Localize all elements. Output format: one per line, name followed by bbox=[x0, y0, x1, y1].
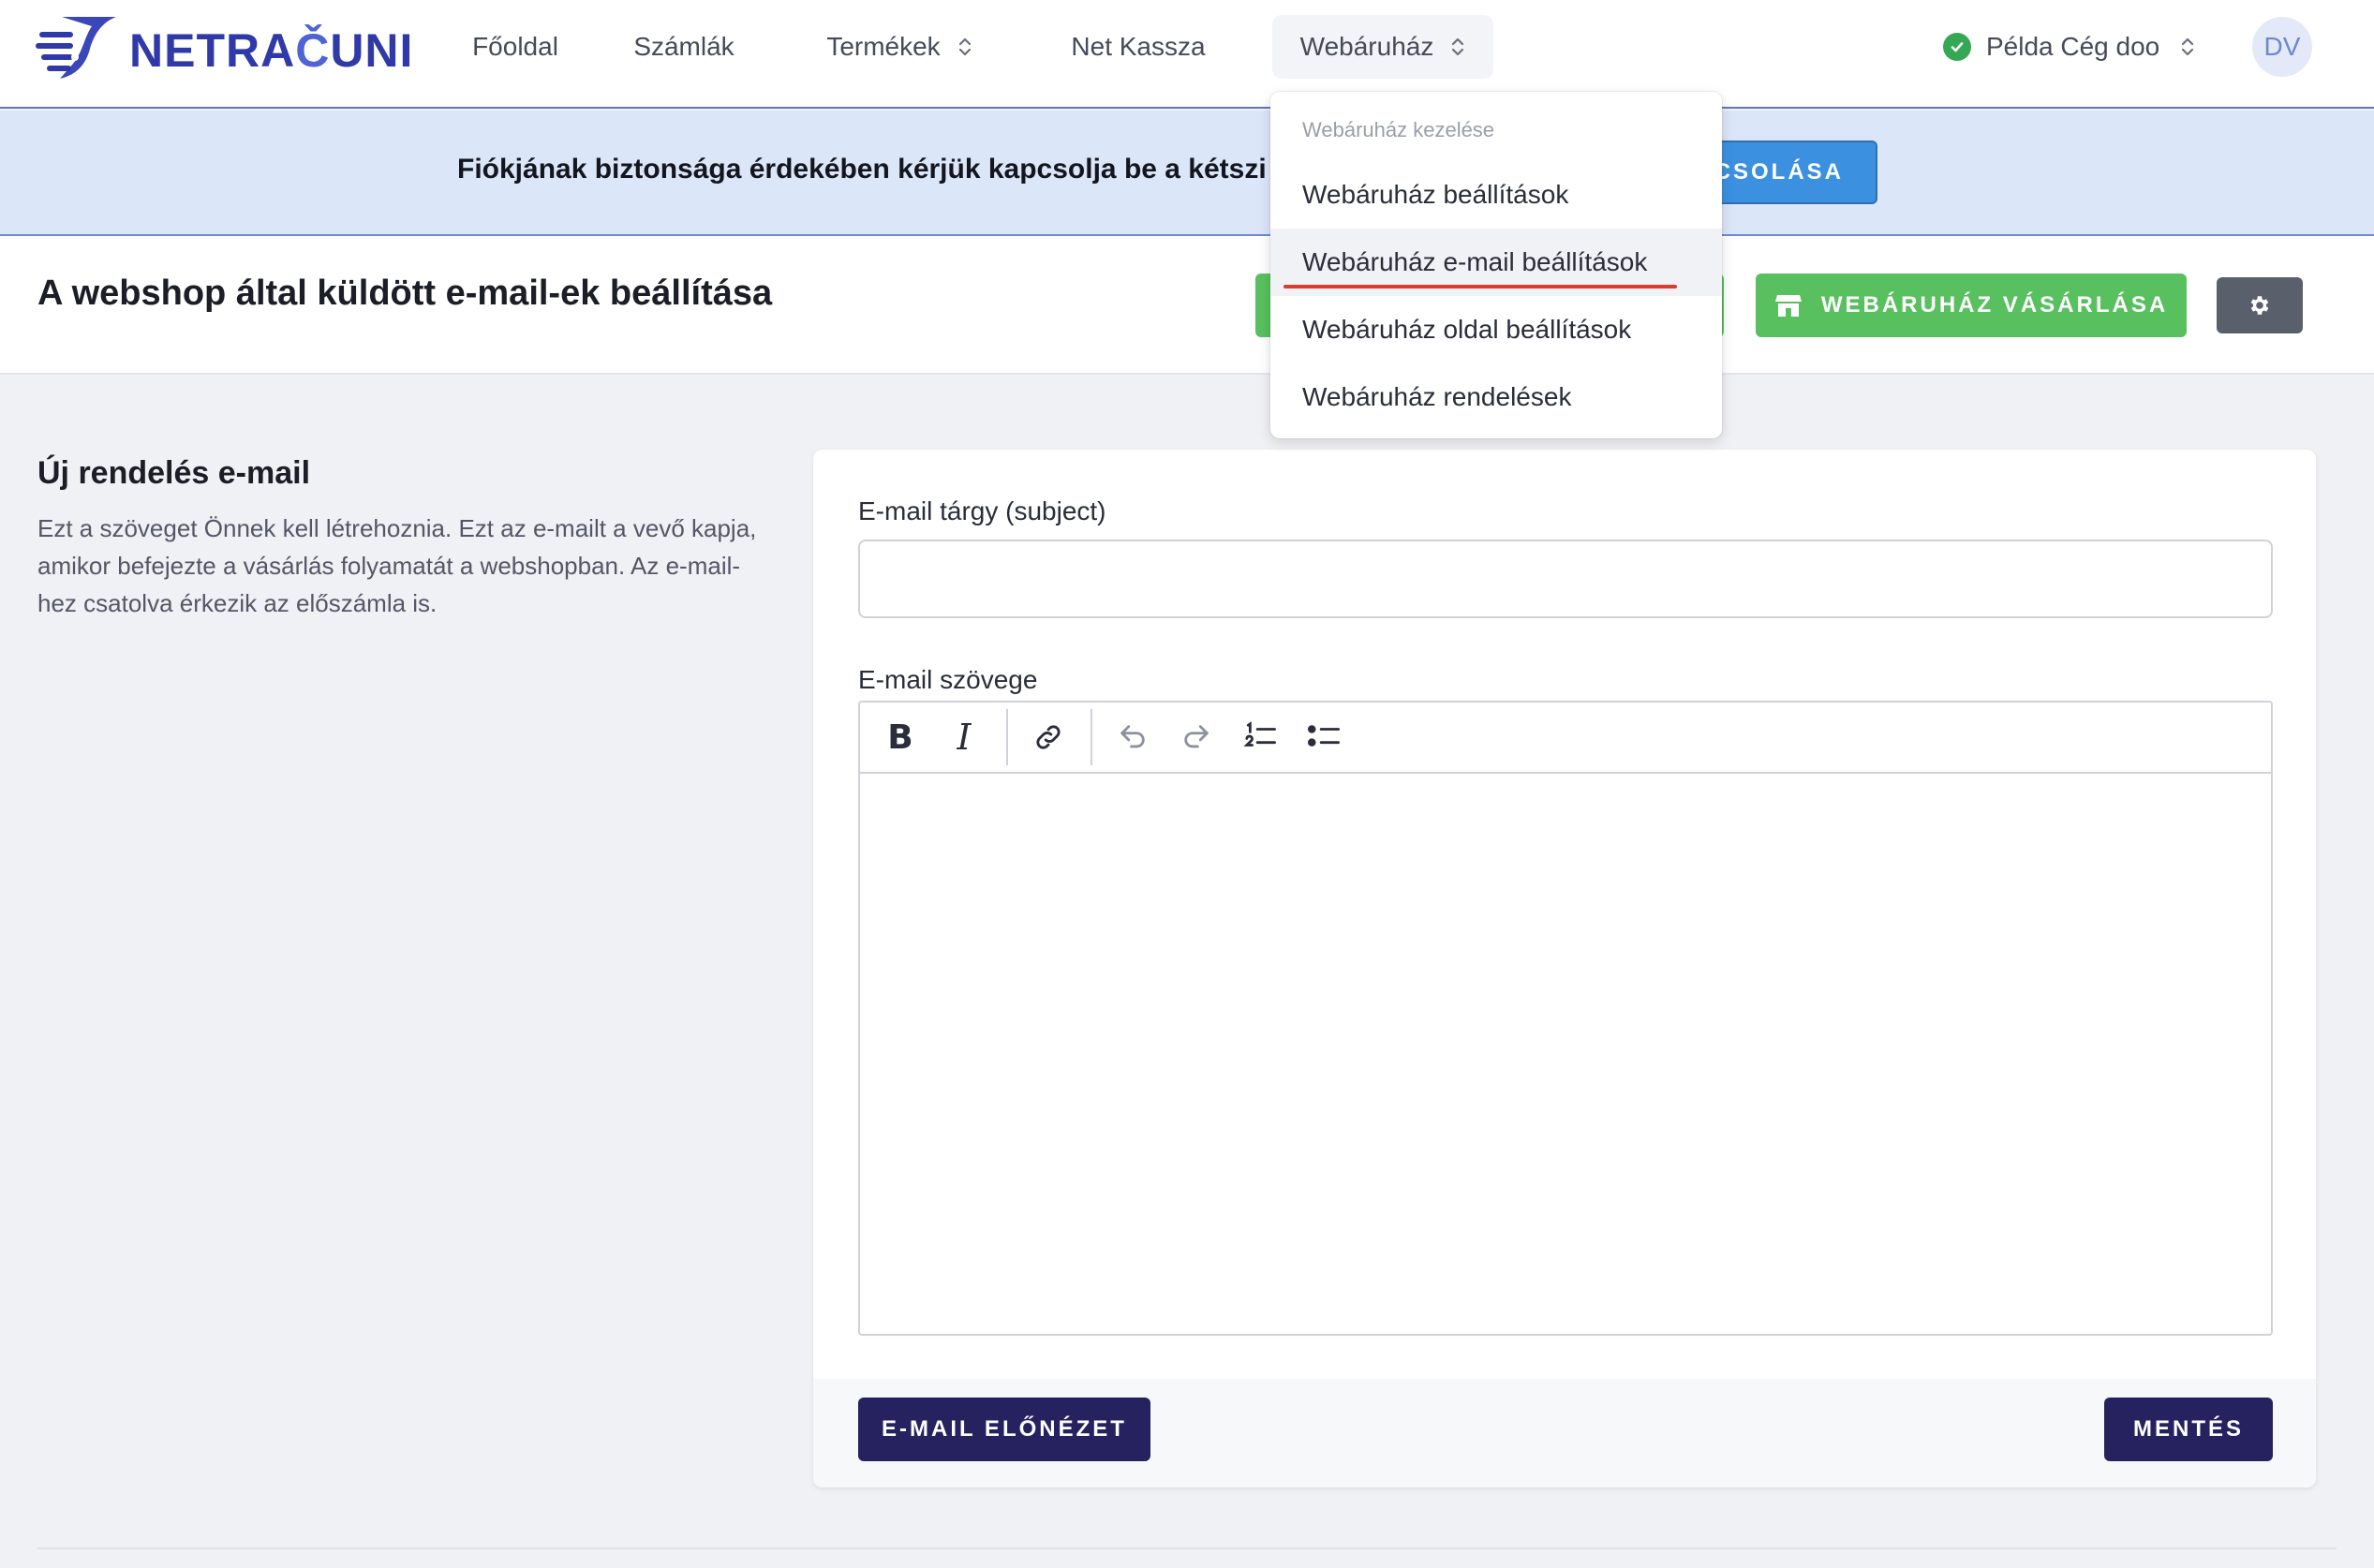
redo-icon[interactable] bbox=[1169, 710, 1224, 764]
nav-item-label: Webáruház bbox=[1299, 32, 1434, 61]
buy-webshop-button[interactable]: WEBÁRUHÁZ VÁSÁRLÁSA bbox=[1756, 274, 2187, 337]
card-footer: E-MAIL ELŐNÉZET MENTÉS bbox=[813, 1379, 2316, 1487]
enable-2fa-button-label: CSOLÁSA bbox=[1714, 159, 1844, 185]
nav-item-invoices[interactable]: Számlák bbox=[618, 15, 749, 79]
bullet-list-icon[interactable] bbox=[1297, 710, 1351, 764]
menu-item-webshop-orders[interactable]: Webáruház rendelések bbox=[1270, 363, 1722, 431]
buy-webshop-button-label: WEBÁRUHÁZ VÁSÁRLÁSA bbox=[1820, 292, 2169, 318]
subject-input[interactable] bbox=[858, 540, 2273, 618]
company-switcher[interactable]: Példa Cég doo bbox=[1943, 15, 2195, 79]
netracuni-logo-icon bbox=[36, 17, 116, 79]
email-preview-button[interactable]: E-MAIL ELŐNÉZET bbox=[858, 1398, 1150, 1461]
link-icon[interactable] bbox=[1021, 710, 1076, 764]
save-button[interactable]: MENTÉS bbox=[2104, 1398, 2273, 1461]
menu-item-webshop-page-settings[interactable]: Webáruház oldal beállítások bbox=[1270, 296, 1722, 363]
user-avatar[interactable]: DV bbox=[2252, 17, 2312, 77]
brand-logo[interactable]: NETRAČUNI bbox=[36, 11, 413, 82]
nav-item-label: Net Kassza bbox=[1071, 32, 1206, 61]
menu-item-label: Webáruház beállítások bbox=[1302, 180, 1569, 209]
chevron-up-down-icon bbox=[1450, 36, 1465, 58]
email-preview-button-label: E-MAIL ELŐNÉZET bbox=[882, 1416, 1127, 1442]
top-navigation: NETRAČUNI Főoldal Számlák Termékek Net K… bbox=[0, 0, 2374, 109]
editor-toolbar: B I bbox=[860, 703, 2271, 774]
dropdown-heading: Webáruház kezelése bbox=[1302, 118, 1495, 141]
page-title: A webshop által küldött e-mail-ek beállí… bbox=[37, 274, 773, 313]
user-initials: DV bbox=[2263, 32, 2301, 61]
chevron-up-down-icon bbox=[2180, 36, 2195, 58]
nav-item-webshop[interactable]: Webáruház bbox=[1272, 15, 1493, 79]
nav-item-label: Termékek bbox=[826, 32, 941, 61]
section-description: Ezt a szöveget Önnek kell létrehoznia. E… bbox=[37, 514, 757, 617]
nav-item-home[interactable]: Főoldal bbox=[450, 15, 581, 79]
toolbar-divider bbox=[1006, 709, 1008, 765]
store-icon bbox=[1774, 292, 1803, 318]
menu-item-label: Webáruház rendelések bbox=[1302, 382, 1572, 411]
italic-icon[interactable]: I bbox=[937, 710, 991, 764]
check-circle-icon bbox=[1943, 33, 1971, 61]
company-name: Példa Cég doo bbox=[1986, 32, 2160, 61]
email-settings-card: E-mail tárgy (subject) E-mail szövege B … bbox=[813, 450, 2316, 1487]
security-banner: Fiókjának biztonsága érdekében kérjük ka… bbox=[0, 111, 2374, 236]
undo-icon[interactable] bbox=[1105, 710, 1160, 764]
menu-item-label: Webáruház oldal beállítások bbox=[1302, 315, 1632, 344]
toolbar-divider bbox=[1091, 709, 1092, 765]
body-label: E-mail szövege bbox=[858, 665, 1038, 694]
subject-label: E-mail tárgy (subject) bbox=[858, 496, 1106, 525]
rich-text-editor: B I bbox=[858, 701, 2273, 1336]
page-header: A webshop által küldött e-mail-ek beállí… bbox=[0, 236, 2374, 375]
chevron-up-down-icon bbox=[957, 36, 972, 58]
brand-name: NETRAČUNI bbox=[129, 24, 414, 77]
banner-text: Fiókjának biztonsága érdekében kérjük ka… bbox=[457, 154, 1267, 185]
save-button-label: MENTÉS bbox=[2132, 1416, 2244, 1442]
nav-item-net-kassza[interactable]: Net Kassza bbox=[1049, 15, 1227, 79]
menu-item-webshop-settings[interactable]: Webáruház beállítások bbox=[1270, 161, 1722, 229]
nav-item-label: Főoldal bbox=[472, 32, 558, 61]
editor-content-area[interactable] bbox=[860, 774, 2271, 1334]
ordered-list-icon[interactable] bbox=[1233, 710, 1287, 764]
bold-icon[interactable]: B bbox=[873, 710, 927, 764]
nav-item-label: Számlák bbox=[633, 32, 734, 61]
section-title: Új rendelés e-mail bbox=[37, 455, 311, 491]
nav-item-products[interactable]: Termékek bbox=[806, 15, 993, 79]
webshop-dropdown-menu: Webáruház kezelése Webáruház beállítások… bbox=[1270, 92, 1722, 438]
menu-item-label: Webáruház e-mail beállítások bbox=[1302, 247, 1648, 276]
settings-button[interactable] bbox=[2217, 277, 2303, 333]
gear-icon bbox=[2250, 296, 2269, 315]
highlight-underline bbox=[1283, 285, 1677, 288]
bottom-divider bbox=[37, 1547, 2337, 1549]
